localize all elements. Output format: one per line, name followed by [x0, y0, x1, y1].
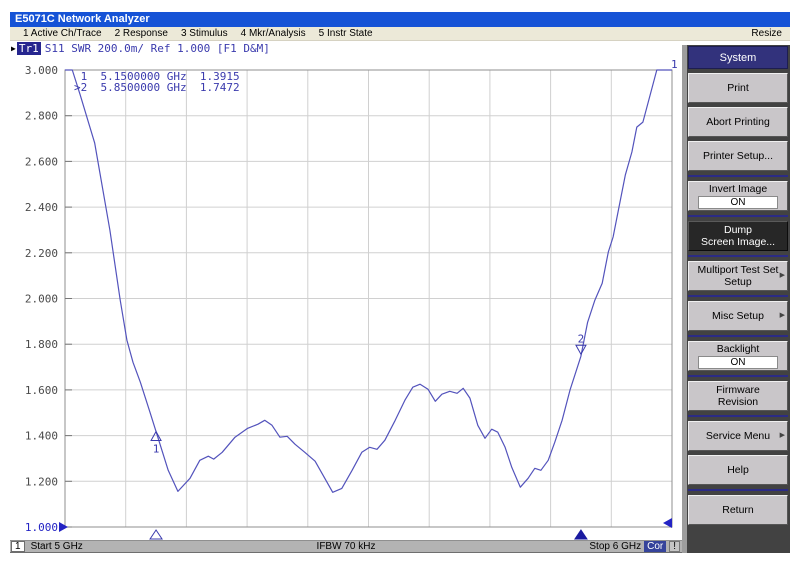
softkey-separator	[688, 375, 788, 377]
softkey-button-backlight[interactable]: BacklightON	[688, 341, 788, 371]
marker-2-number: 2	[578, 332, 585, 345]
menu-item-5-instr-state[interactable]: 5 Instr State	[319, 28, 373, 39]
menu-item-4-mkr-analysis[interactable]: 4 Mkr/Analysis	[241, 28, 306, 39]
marker-2-icon[interactable]	[576, 345, 586, 354]
channel-number-box: 1	[11, 541, 25, 552]
softkey-button-firmware-revision[interactable]: FirmwareRevision	[688, 381, 788, 411]
softkey-label: Abort Printing	[706, 116, 770, 128]
softkey-button-invert-image[interactable]: Invert ImageON	[688, 181, 788, 211]
y-axis-label: 2.600	[25, 155, 58, 168]
softkey-label: Invert Image	[709, 183, 767, 195]
y-axis-label: 2.800	[25, 110, 58, 123]
y-axis-label: 1.600	[25, 384, 58, 397]
marker-readout: 1 5.1500000 GHz 1.3915 >2 5.8500000 GHz …	[74, 71, 240, 93]
y-axis-label: 3.000	[25, 64, 58, 77]
y-axis-label: 2.200	[25, 247, 58, 260]
y-axis-label: 2.400	[25, 201, 58, 214]
softkey-sidebar: System Print Abort Printing Printer Setup..…	[682, 45, 790, 553]
status-bar: 1 Start 5 GHz IFBW 70 kHz Stop 6 GHz Cor…	[10, 540, 682, 553]
softkey-label: Print	[727, 82, 749, 94]
ifbw-label: IFBW 70 kHz	[317, 541, 376, 552]
submenu-arrow-icon: ▶	[780, 430, 785, 442]
softkey-button-service-menu[interactable]: Service Menu ▶	[688, 421, 788, 451]
softkey-label: Revision	[718, 396, 758, 408]
menu-item-1-active-ch-trace[interactable]: 1 Active Ch/Trace	[23, 28, 102, 39]
softkey-label: Service Menu	[706, 430, 770, 442]
softkey-label: Multiport Test Set	[698, 264, 779, 276]
submenu-arrow-icon: ▶	[780, 310, 785, 322]
softkey-separator	[688, 215, 788, 217]
analyzer-screen: ▶ Tr1 S11 SWR 200.0m/ Ref 1.000 [F1 D&M]…	[10, 41, 682, 540]
y-axis-ref-label: 1.000	[25, 521, 58, 534]
softkey-button-multiport-test-set-setup[interactable]: Multiport Test SetSetup ▶	[688, 261, 788, 291]
correction-badge: Cor	[644, 541, 666, 552]
softkey-label: Firmware	[716, 384, 760, 396]
softkey-separator	[688, 295, 788, 297]
y-axis-label: 1.200	[25, 475, 58, 488]
menu-item-3-stimulus[interactable]: 3 Stimulus	[181, 28, 228, 39]
alert-indicator: !	[669, 541, 680, 552]
softkey-label: Return	[722, 504, 754, 516]
softkey-button-misc-setup[interactable]: Misc Setup ▶	[688, 301, 788, 331]
menu-bar: 1 Active Ch/Trace 2 Response 3 Stimulus 4 M…	[10, 27, 790, 41]
softkey-separator	[688, 335, 788, 337]
start-frequency-label: Start 5 GHz	[31, 541, 83, 552]
window-titlebar[interactable]: E5071C Network Analyzer	[10, 12, 790, 27]
window-title: E5071C Network Analyzer	[15, 13, 150, 25]
swr-plot: 3.000 2.800 2.600 2.400 2.200 2.000 1.800 1.600…	[10, 41, 682, 540]
marker-1-stimulus-indicator-icon[interactable]	[150, 530, 162, 539]
softkey-label: Misc Setup	[712, 310, 764, 322]
y-axis-label: 1.400	[25, 430, 58, 443]
softkey-button-printer-setup[interactable]: Printer Setup...	[688, 141, 788, 171]
menu-item-2-response[interactable]: 2 Response	[115, 28, 168, 39]
trace-end-number: 1	[671, 58, 678, 71]
softkey-buttons: System Print Abort Printing Printer Setup..…	[688, 46, 788, 529]
ref-level-indicator-icon	[59, 522, 68, 532]
softkey-menu-title-system: System	[688, 46, 788, 69]
softkey-button-abort-printing[interactable]: Abort Printing	[688, 107, 788, 137]
y-axis-label: 1.800	[25, 338, 58, 351]
softkey-label: Screen Image...	[701, 236, 775, 248]
submenu-arrow-icon: ▶	[780, 270, 785, 282]
softkey-label: Backlight	[717, 343, 760, 355]
y-axis-label: 2.000	[25, 293, 58, 306]
stop-frequency-label: Stop 6 GHz	[589, 541, 641, 552]
softkey-separator	[688, 415, 788, 417]
softkey-separator	[688, 175, 788, 177]
toggle-state-value: ON	[698, 356, 778, 369]
softkey-label: Printer Setup...	[703, 150, 773, 162]
softkey-label: Dump	[724, 224, 752, 236]
softkey-button-help[interactable]: Help	[688, 455, 788, 485]
softkey-separator	[688, 489, 788, 491]
menu-items: 1 Active Ch/Trace 2 Response 3 Stimulus 4 M…	[10, 28, 373, 39]
softkey-separator	[688, 255, 788, 257]
softkey-label: Help	[727, 464, 749, 476]
menu-item-resize[interactable]: Resize	[751, 28, 782, 39]
softkey-button-print[interactable]: Print	[688, 73, 788, 103]
marker-2-stimulus-indicator-icon[interactable]	[575, 530, 587, 539]
marker-1-number: 1	[153, 443, 160, 456]
softkey-button-return[interactable]: Return	[688, 495, 788, 525]
softkey-button-dump-screen-image[interactable]: DumpScreen Image...	[688, 221, 788, 251]
toggle-state-value: ON	[698, 196, 778, 209]
softkey-scroll-strip[interactable]	[682, 45, 687, 553]
softkey-label: Setup	[724, 276, 751, 288]
